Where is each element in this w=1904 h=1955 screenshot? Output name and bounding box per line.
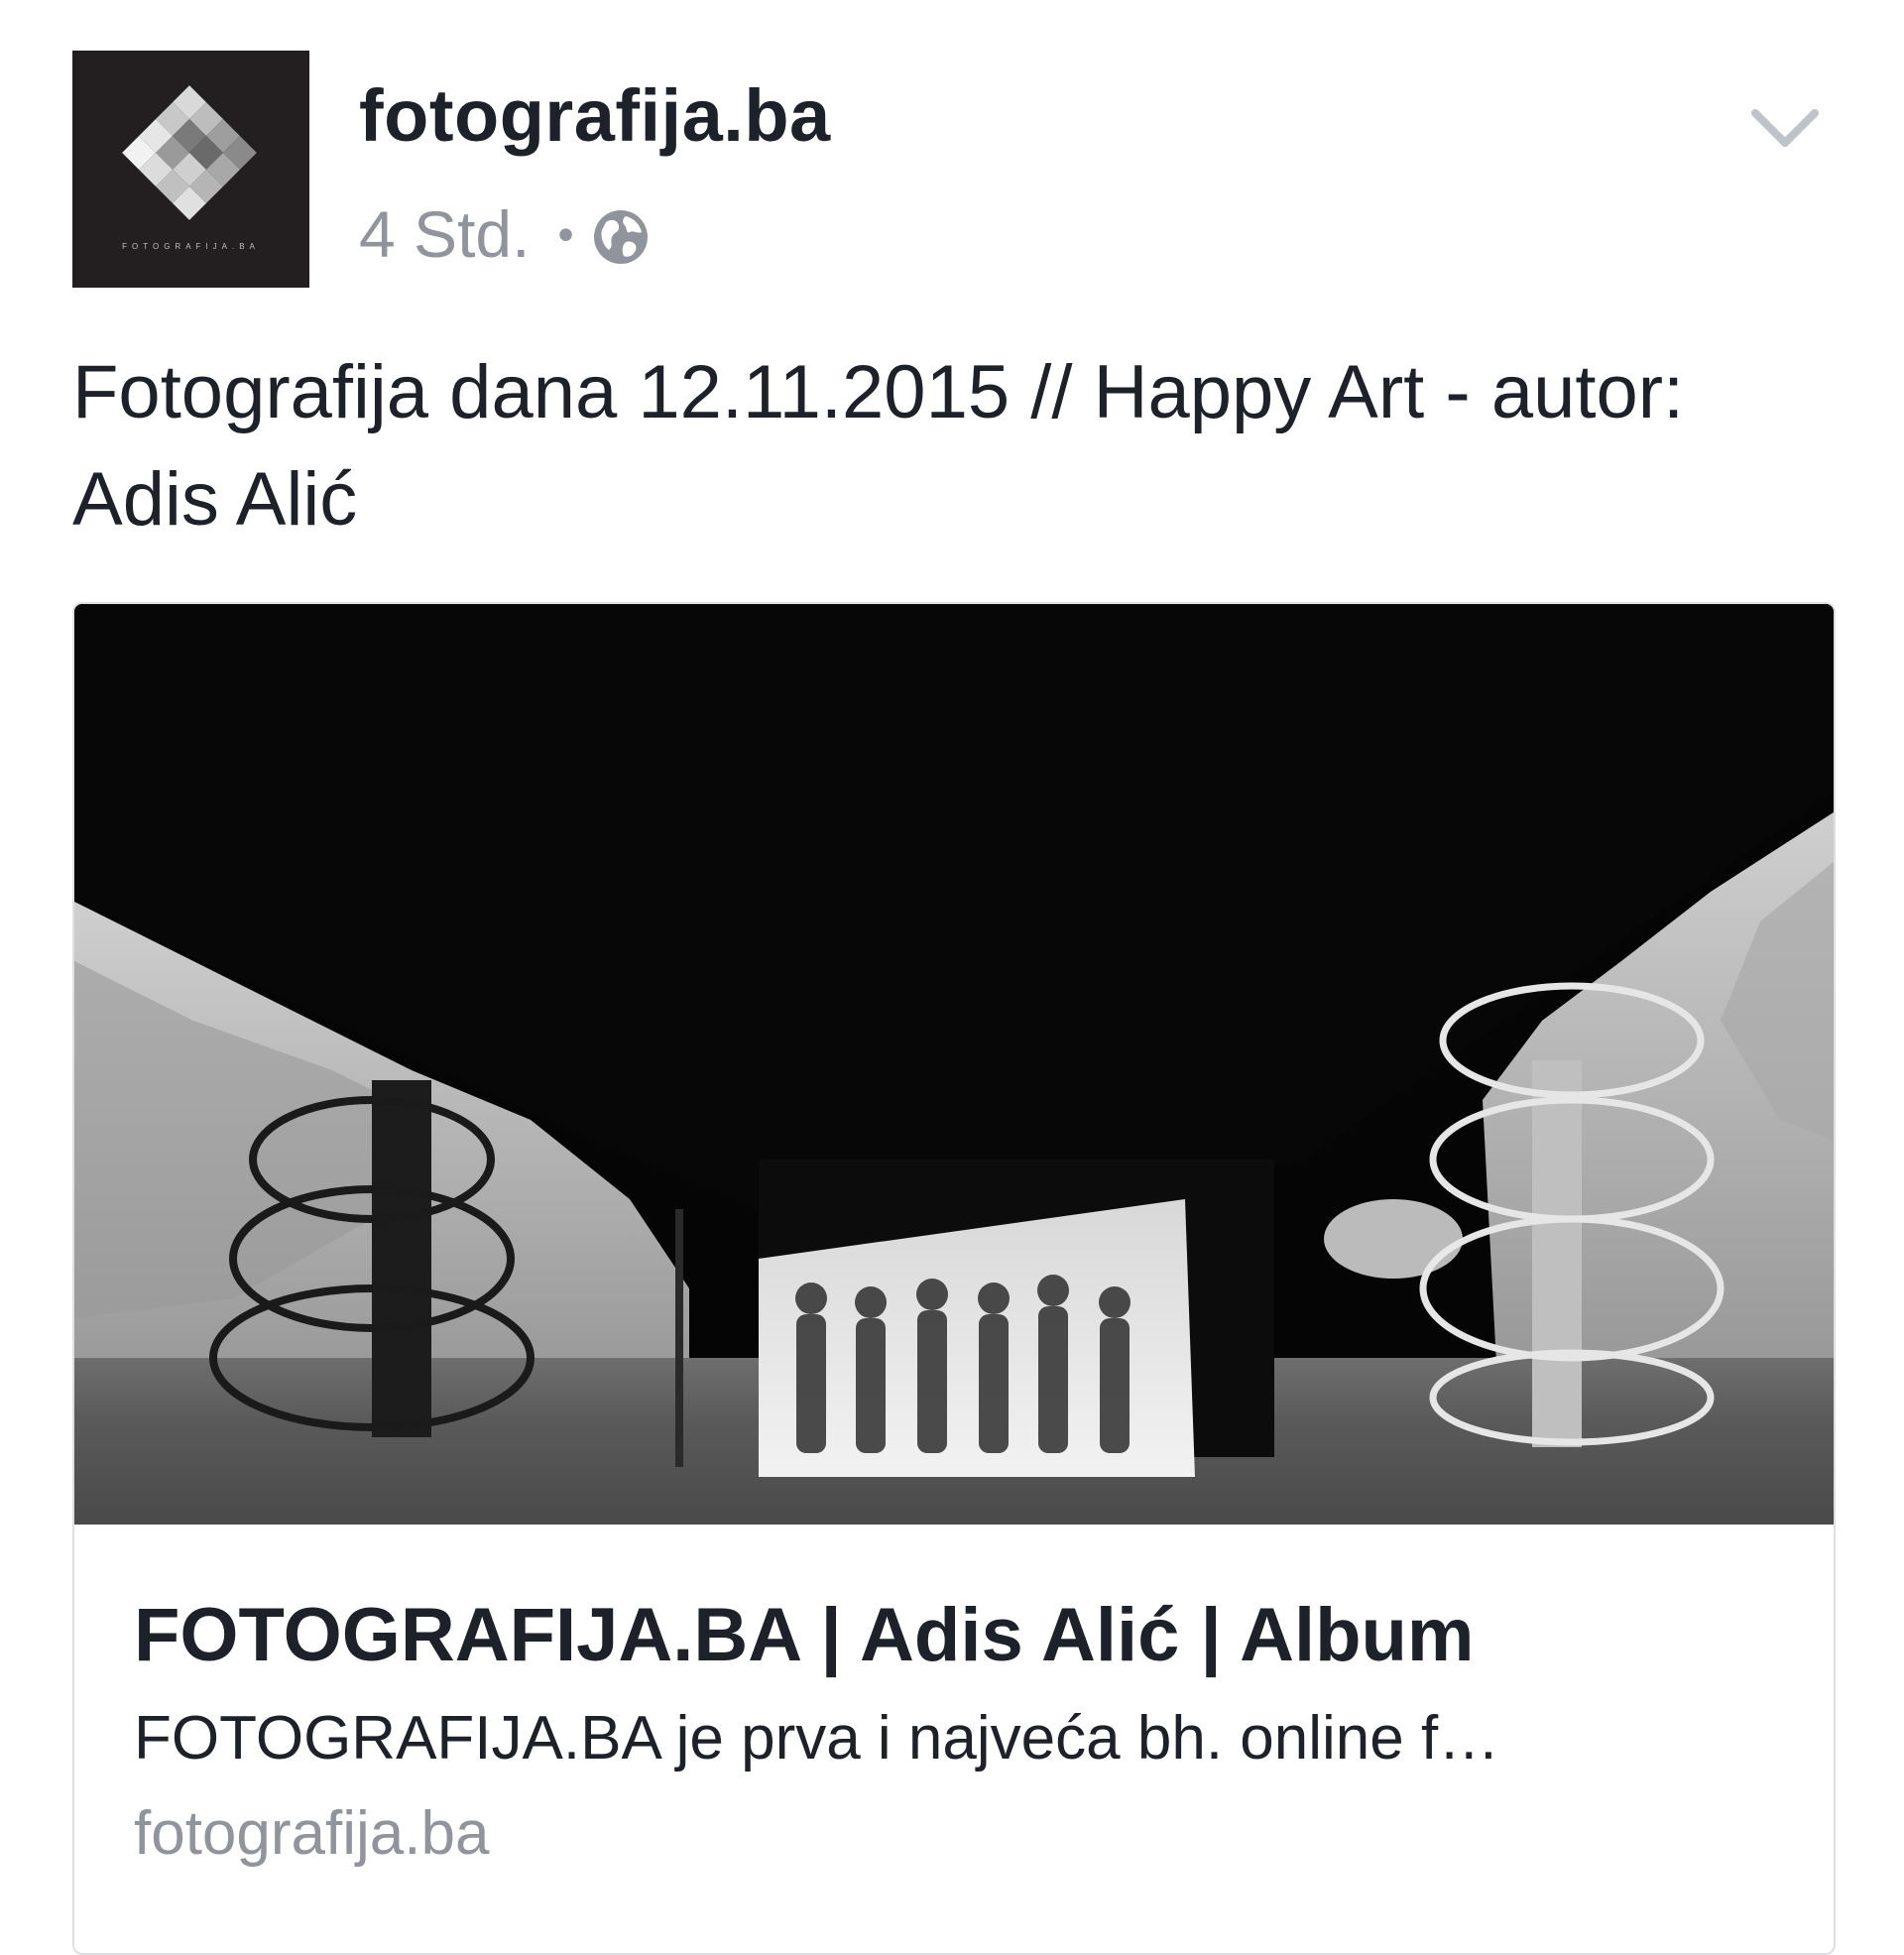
- link-preview-image[interactable]: [74, 604, 1834, 1525]
- link-preview-card[interactable]: FOTOGRAFIJA.BA | Adis Alić | Album FOTOG…: [72, 602, 1836, 1955]
- meta-separator: •: [557, 208, 574, 260]
- avatar-logo-text: FOTOGRAFIJA.BA: [122, 242, 260, 251]
- link-preview-domain: fotografija.ba: [134, 1799, 490, 1868]
- post-options-button[interactable]: [1749, 107, 1821, 151]
- link-preview-title[interactable]: FOTOGRAFIJA.BA | Adis Alić | Album: [134, 1592, 1475, 1678]
- globe-icon: [592, 205, 650, 264]
- post-timestamp[interactable]: 4 Std.: [359, 196, 530, 272]
- post-caption: Fotografija dana 12.11.2015 // Happy Art…: [72, 350, 1685, 542]
- page-avatar[interactable]: FOTOGRAFIJA.BA: [72, 51, 309, 288]
- photo-underpass-image: [74, 604, 1834, 1525]
- diamond-logo-icon: FOTOGRAFIJA.BA: [72, 51, 309, 288]
- post-meta: 4 Std. •: [359, 194, 650, 274]
- chevron-down-icon: [1751, 109, 1819, 147]
- page-name-link[interactable]: fotografija.ba: [359, 73, 831, 158]
- link-preview-description: FOTOGRAFIJA.BA je prva i najveća bh. onl…: [134, 1704, 1500, 1772]
